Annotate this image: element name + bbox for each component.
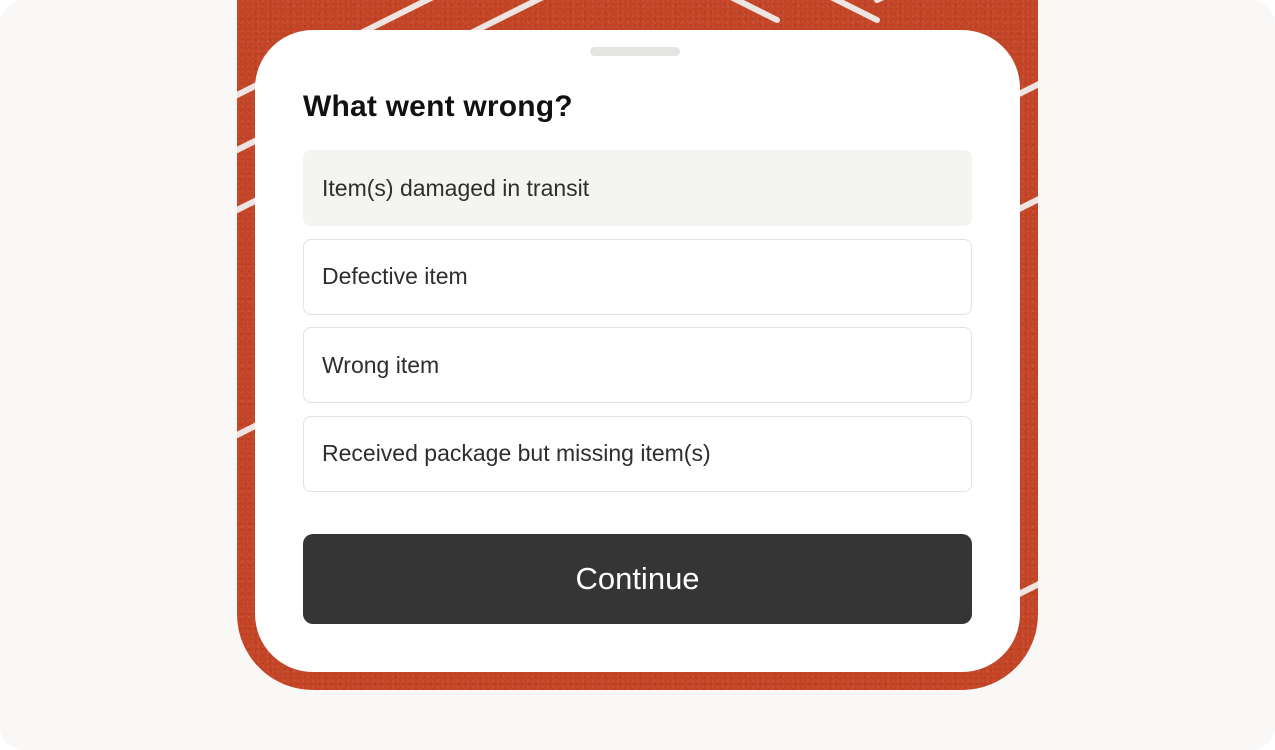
sheet-grabber-handle[interactable]	[590, 47, 680, 56]
continue-button[interactable]: Continue	[303, 534, 972, 624]
reason-options-list: Item(s) damaged in transit Defective ite…	[303, 150, 972, 504]
sheet-title: What went wrong?	[303, 90, 573, 123]
option-wrong-item[interactable]: Wrong item	[303, 327, 972, 403]
page-background: What went wrong? Item(s) damaged in tran…	[0, 0, 1275, 750]
option-damaged-in-transit[interactable]: Item(s) damaged in transit	[303, 150, 972, 226]
option-missing-items[interactable]: Received package but missing item(s)	[303, 415, 972, 492]
option-defective-item[interactable]: Defective item	[303, 238, 972, 315]
bottom-sheet: What went wrong? Item(s) damaged in tran…	[255, 30, 1020, 672]
